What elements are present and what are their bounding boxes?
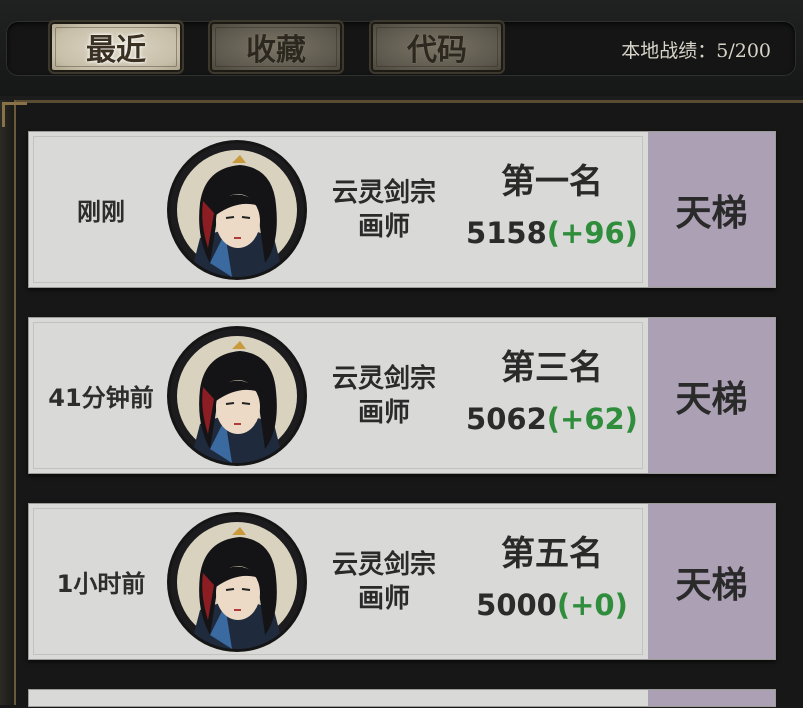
portrait-icon [177, 522, 297, 649]
score-line: 5062(+62) [459, 402, 645, 436]
character-name: 云灵剑宗 画师 [319, 318, 449, 473]
score-line: 5158(+96) [459, 216, 645, 250]
character-role: 画师 [357, 211, 410, 242]
match-card[interactable]: 41分钟前 云灵剑宗 画师 第三名 5062(+62) 天梯 [28, 317, 776, 474]
placement: 第一名 [501, 162, 603, 202]
top-bar: 最近 收藏 代码 本地战绩：5/200 [0, 0, 803, 96]
sect-name: 云灵剑宗 [331, 549, 436, 580]
score-delta: (+0) [556, 588, 628, 622]
match-time: 刚刚 [77, 198, 125, 226]
sect-name: 云灵剑宗 [331, 363, 436, 394]
local-record: 本地战绩：5/200 [621, 40, 771, 62]
sect-name: 云灵剑宗 [331, 177, 436, 208]
character-avatar [170, 329, 304, 463]
panel-corner-ornament [2, 102, 27, 127]
tab-frame [215, 27, 337, 67]
tab-frame [376, 27, 498, 67]
mode-ladder-button[interactable]: 天梯 [648, 504, 775, 659]
tab-favorites[interactable]: 收藏 [210, 22, 342, 72]
tab-frame [55, 27, 177, 67]
character-avatar [170, 143, 304, 277]
tab-code[interactable]: 代码 [371, 22, 503, 72]
match-card[interactable]: 1小时前 云灵剑宗 画师 第五名 5000(+0) 天梯 [28, 503, 776, 660]
match-card-partial[interactable] [28, 689, 776, 707]
character-name: 云灵剑宗 画师 [319, 132, 449, 287]
score-value: 5000 [476, 588, 557, 622]
match-card[interactable]: 刚刚 云灵剑宗 画师 第一名 5158(+96) 天梯 [28, 131, 776, 288]
placement: 第三名 [501, 348, 603, 388]
character-name: 云灵剑宗 画师 [319, 504, 449, 659]
score-delta: (+62) [546, 402, 638, 436]
score-delta: (+96) [546, 216, 638, 250]
mode-ladder-button[interactable]: 天梯 [648, 318, 775, 473]
placement: 第五名 [501, 534, 603, 574]
score-value: 5158 [466, 216, 547, 250]
mode-ladder-button[interactable] [648, 690, 775, 706]
score-value: 5062 [466, 402, 547, 436]
score-line: 5000(+0) [459, 588, 645, 622]
match-time: 41分钟前 [48, 384, 154, 412]
character-avatar [170, 515, 304, 649]
mode-ladder-button[interactable]: 天梯 [648, 132, 775, 287]
portrait-icon [177, 150, 297, 277]
tab-recent[interactable]: 最近 [50, 22, 182, 72]
portrait-icon [177, 336, 297, 463]
match-time: 1小时前 [56, 570, 146, 598]
character-role: 画师 [357, 397, 410, 428]
panel-left-border [0, 100, 16, 705]
character-role: 画师 [357, 583, 410, 614]
